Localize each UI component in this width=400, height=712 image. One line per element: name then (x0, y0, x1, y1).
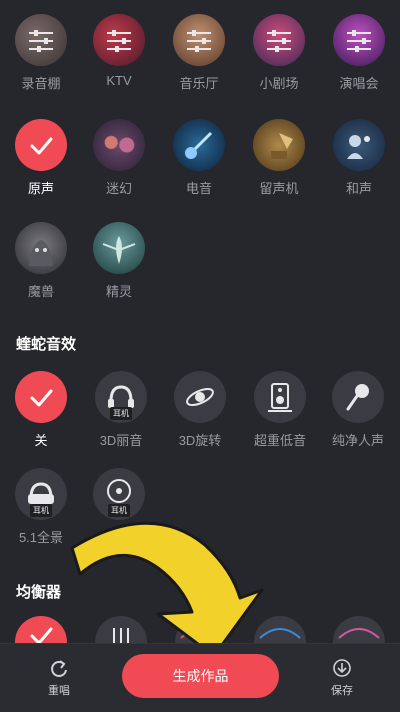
viper-label: 超重低音 (253, 433, 306, 448)
earphone-badge: 耳机 (110, 407, 132, 420)
scene-label: 录音棚 (21, 76, 61, 91)
monster-icon (29, 240, 53, 266)
scene-label: 迷幻 (105, 181, 132, 196)
elf-icon (102, 236, 136, 264)
eq-preset-red-curve[interactable] (175, 616, 227, 643)
viper-super-bass[interactable]: 超重低音 (242, 371, 318, 449)
singer-icon (347, 135, 370, 159)
scene-electronic[interactable]: 电音 (161, 119, 237, 197)
scene-elf[interactable]: 精灵 (81, 222, 157, 300)
equalizer-presets (0, 616, 400, 643)
viper-section-title: 蝰蛇音效 (16, 336, 77, 353)
scene-label: KTV (106, 73, 132, 88)
eq-preset-custom[interactable] (95, 616, 147, 643)
check-icon (30, 389, 53, 407)
save-label: 保存 (331, 685, 353, 697)
sliders-icon (107, 30, 131, 52)
orbit-icon (186, 387, 214, 407)
scene-original[interactable]: 原声 (3, 119, 79, 197)
equalizer-bars-icon (113, 628, 129, 643)
eq-preset-off[interactable] (15, 616, 67, 643)
viper-label: 5.1全景 (18, 530, 64, 545)
viper-label: 纯净人声 (331, 433, 384, 448)
curve-icon (338, 628, 380, 639)
scene-ktv[interactable]: KTV (81, 14, 157, 88)
sliders-icon (187, 30, 211, 52)
scene-psychedelic[interactable]: 迷幻 (81, 119, 157, 197)
earphone-badge: 耳机 (30, 504, 52, 517)
resing-button[interactable]: 重唱 (29, 658, 89, 698)
curve-icon (259, 628, 301, 639)
sliders-icon (267, 30, 291, 52)
curve-icon (180, 628, 222, 639)
scene-recording-studio[interactable]: 录音棚 (3, 14, 79, 92)
scene-phonograph[interactable]: 留声机 (241, 119, 317, 197)
scene-label: 音乐厅 (179, 76, 219, 91)
generate-work-button[interactable]: 生成作品 (122, 654, 279, 698)
earphone-badge: 耳机 (108, 504, 130, 517)
scene-label: 精灵 (105, 284, 132, 299)
scene-label: 留声机 (259, 181, 299, 196)
speaker-icon (268, 383, 292, 412)
sliders-icon (347, 30, 371, 52)
viper-off[interactable]: 关 (3, 371, 79, 449)
microphone-icon (346, 384, 369, 411)
eq-preset-pink-curve[interactable] (333, 616, 385, 643)
scene-monster[interactable]: 魔兽 (3, 222, 79, 300)
check-icon (30, 627, 53, 643)
viper-disc-effect[interactable]: 耳机 (81, 468, 157, 520)
guitar-icon (185, 131, 213, 159)
viper-label: 3D旋转 (178, 433, 222, 448)
sliders-icon (29, 30, 53, 52)
scene-small-theater[interactable]: 小剧场 (241, 14, 317, 92)
psychedelic-icon (93, 119, 145, 171)
scene-label: 小剧场 (259, 76, 299, 91)
viper-pure-vocal[interactable]: 纯净人声 (320, 371, 396, 449)
eq-preset-blue-curve[interactable] (254, 616, 306, 643)
viper-3d-rotation[interactable]: 3D旋转 (162, 371, 238, 449)
scene-concert-hall[interactable]: 音乐厅 (161, 14, 237, 92)
scene-label: 魔兽 (27, 284, 54, 299)
scene-label: 原声 (27, 181, 54, 196)
tutorial-arrow-icon (70, 521, 264, 658)
refresh-icon (51, 660, 67, 677)
phonograph-icon (271, 133, 293, 159)
save-button[interactable]: 保存 (312, 658, 372, 698)
download-icon (333, 659, 351, 677)
viper-5-1-surround[interactable]: 耳机 5.1全景 (3, 468, 79, 546)
viper-label: 3D丽音 (99, 433, 143, 448)
scene-harmony[interactable]: 和声 (321, 119, 397, 197)
resing-label: 重唱 (48, 685, 70, 697)
viper-label: 关 (34, 433, 48, 448)
scene-label: 演唱会 (339, 76, 379, 91)
check-icon (30, 137, 53, 155)
viper-3d-audio[interactable]: 耳机 3D丽音 (83, 371, 159, 449)
scene-label: 和声 (345, 181, 372, 196)
equalizer-section-title: 均衡器 (16, 584, 62, 601)
scene-label: 电音 (185, 181, 212, 196)
scene-live-concert[interactable]: 演唱会 (321, 14, 397, 92)
